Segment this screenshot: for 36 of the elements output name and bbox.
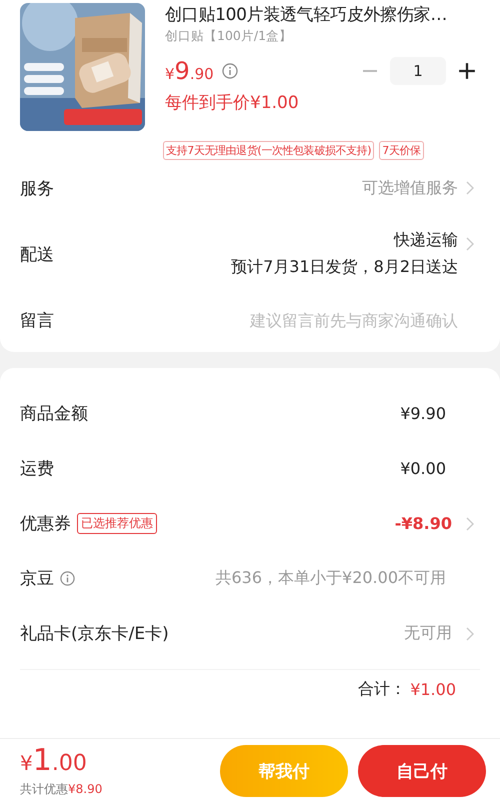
option-label: 配送 <box>20 244 54 266</box>
message-field[interactable]: 建议留言前先与商家沟通确认 <box>158 310 458 330</box>
option-label: 服务 <box>20 178 54 200</box>
savings-text: 共计优惠¥8.90 <box>20 780 102 798</box>
coupon-badge: 已选推荐优惠 <box>77 513 157 534</box>
chevron-icon[interactable] <box>466 626 474 640</box>
summary-value: 共636，本单小于¥20.00不可用 <box>215 568 446 589</box>
summary-value: ¥0.00 <box>400 459 446 478</box>
summary-value: ¥9.90 <box>400 404 446 423</box>
info-icon[interactable] <box>222 63 238 79</box>
chevron-icon[interactable] <box>466 516 474 530</box>
service-tag: 7天价保 <box>379 141 424 160</box>
product-price: ¥9.90 <box>165 57 214 85</box>
quantity-field[interactable]: 1 <box>390 57 446 85</box>
total-value: ¥1.00 <box>410 680 456 698</box>
total-label: 合计： <box>358 678 406 700</box>
product-title: 创口贴100片装透气轻巧皮外擦伤家… <box>165 4 448 27</box>
summary-label: 商品金额 <box>20 403 88 425</box>
service-tag: 支持7天无理由退货(一次性包装破损不支持) <box>163 141 374 160</box>
info-icon[interactable] <box>60 571 75 586</box>
delivery-estimate: 预计7月31日发货，8月2日送达 <box>231 257 458 278</box>
unit-price-note: 每件到手价¥1.00 <box>165 92 300 114</box>
summary-value[interactable]: -¥8.90 <box>394 514 452 533</box>
plus-icon[interactable] <box>458 62 476 80</box>
summary-label: 礼品卡(京东卡/E卡) <box>20 623 169 645</box>
option-value[interactable]: 可选增值服务 <box>362 178 458 198</box>
summary-label: 优惠券 <box>20 513 71 535</box>
summary-value[interactable]: 无可用 <box>404 623 452 644</box>
option-value[interactable]: 快递运输 <box>394 230 458 251</box>
chevron-icon[interactable] <box>466 181 474 195</box>
pay-amount: ¥1.00 <box>20 744 88 780</box>
product-spec: 创口贴【100片/1盒】 <box>165 27 294 45</box>
option-label: 留言 <box>20 310 54 332</box>
summary-label: 运费 <box>20 458 54 480</box>
pay-button[interactable]: 自己付 <box>358 745 486 797</box>
summary-label: 京豆 <box>20 568 54 590</box>
